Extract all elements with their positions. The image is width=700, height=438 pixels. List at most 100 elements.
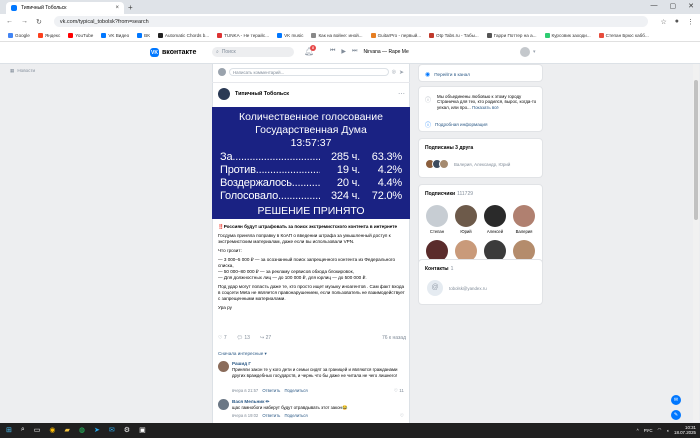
subscriber-item[interactable]: Алексей: [483, 205, 507, 234]
goto-channel-link[interactable]: ◉ Перейти в канал: [425, 71, 470, 78]
mail-icon[interactable]: ✉: [109, 426, 115, 434]
bookmark-item[interactable]: Степан Брюс кабб...: [597, 32, 651, 38]
address-bar[interactable]: vk.com/typical_tobolsk?from=search: [53, 16, 649, 27]
taskbar-search-icon[interactable]: ⌕: [21, 426, 25, 434]
app-icon[interactable]: ▣: [139, 426, 146, 434]
comment-button[interactable]: 💬︎ 13: [237, 335, 250, 341]
prev-track-icon[interactable]: ⏮: [330, 48, 335, 55]
bookmark-item[interactable]: Google: [6, 32, 32, 38]
chat-icon[interactable]: ✉: [671, 395, 681, 405]
forward-icon[interactable]: →: [21, 18, 28, 25]
sidebar-item-news[interactable]: ▦ Новости: [10, 68, 35, 74]
subscriber-item[interactable]: Степан: [425, 205, 449, 234]
comment-like-button[interactable]: ♡: [400, 413, 404, 419]
more-options-icon[interactable]: ⋯: [398, 90, 405, 98]
bookmark-favicon-icon: [137, 32, 143, 38]
channel-icon: ◉: [425, 72, 431, 78]
contacts-title[interactable]: Контакты 1: [425, 266, 453, 272]
show-all-link[interactable]: Показать всё: [472, 105, 499, 110]
bookmark-item[interactable]: TUNKA - Не терайс...: [215, 32, 271, 38]
clock[interactable]: 10:31 18.07.2025: [674, 425, 696, 435]
subscribers-title[interactable]: Подписчики 111729: [425, 191, 473, 197]
subscribers-label: Подписчики: [425, 191, 456, 197]
bookmark-item[interactable]: VK Видео: [99, 32, 131, 38]
bookmark-star-icon[interactable]: ☆: [660, 18, 666, 26]
chevron-down-icon[interactable]: ▾: [533, 49, 536, 55]
chrome-icon[interactable]: ◉: [49, 426, 55, 434]
profile-icon[interactable]: ●: [675, 18, 679, 25]
now-playing-text[interactable]: Nirvana — Rape Me: [363, 49, 408, 55]
post-paragraph: Госдума приняла поправку в КоАП о введен…: [218, 233, 391, 244]
author-avatar[interactable]: [218, 88, 230, 100]
volume-icon[interactable]: ◖: [666, 428, 669, 433]
bookmark-item[interactable]: Гарри Поттер на а...: [485, 32, 539, 38]
repost-button[interactable]: ↪ 27: [260, 335, 271, 341]
post-paragraph: ‼️Россиян будут штрафовать за поиск экст…: [218, 224, 398, 229]
music-player: ⏮ ▶ ⏭ Nirvana — Rape Me: [330, 48, 409, 55]
bookmark-item[interactable]: Otp Tabs.ru - Табы...: [427, 32, 481, 38]
bookmark-item[interactable]: Automatic Chords b...: [156, 32, 211, 38]
bookmark-favicon-icon: [157, 32, 163, 38]
friends-avatars[interactable]: [425, 159, 449, 169]
windows-start-icon[interactable]: ⊞: [6, 426, 12, 434]
detailed-info-link[interactable]: ⓘ Подробная информация: [425, 120, 487, 129]
maximize-icon[interactable]: ▢: [670, 2, 677, 10]
reload-icon[interactable]: ↻: [36, 18, 42, 26]
language-indicator[interactable]: РУС: [644, 428, 653, 433]
back-icon[interactable]: ←: [6, 18, 13, 25]
commenter-avatar[interactable]: [218, 399, 229, 410]
reply-link[interactable]: Ответить: [262, 413, 280, 418]
comment-input[interactable]: Написать комментарий...: [229, 68, 389, 76]
share-link[interactable]: Поделиться: [285, 413, 308, 418]
menu-icon[interactable]: ⋮: [687, 18, 694, 26]
tab-close-icon[interactable]: ×: [115, 5, 119, 11]
vote-row-leader: ........................................…: [255, 164, 320, 176]
comment-like-button[interactable]: ♡ 11: [394, 388, 404, 394]
wifi-icon[interactable]: ◠: [658, 427, 662, 433]
telegram-icon[interactable]: ➤: [94, 426, 100, 434]
user-avatar[interactable]: [520, 47, 530, 57]
bookmark-label: TUNKA - Не терайс...: [224, 32, 270, 38]
share-link[interactable]: Поделиться: [285, 388, 308, 393]
subscriber-name: Степан: [429, 229, 445, 234]
bookmark-item[interactable]: VK music: [275, 32, 305, 38]
vote-image[interactable]: Количественное голосование Государственн…: [212, 107, 410, 219]
bookmark-item[interactable]: Как на войне: иной...: [309, 32, 364, 38]
bookmark-label: VK Видео: [108, 32, 130, 38]
bookmark-item[interactable]: Яндекс: [36, 32, 62, 38]
bookmark-label: Гарри Поттер на а...: [493, 32, 537, 38]
subscriber-item[interactable]: Юрий: [454, 205, 478, 234]
explorer-icon[interactable]: ▰: [65, 426, 70, 434]
send-icon[interactable]: ➤: [399, 69, 404, 76]
vk-logo[interactable]: VK вконтакте: [150, 48, 196, 57]
task-view-icon[interactable]: ▭: [34, 426, 41, 434]
subscriber-item[interactable]: Валерия: [512, 205, 536, 234]
bookmark-item[interactable]: YouTube: [66, 32, 95, 38]
commenter-avatar[interactable]: [218, 361, 229, 372]
minimize-icon[interactable]: —: [651, 2, 658, 10]
scrollbar-thumb[interactable]: [694, 80, 698, 220]
reply-link[interactable]: Ответить: [262, 388, 280, 393]
bookmark-item[interactable]: GuitarPro - первый...: [369, 32, 423, 38]
close-window-icon[interactable]: ✕: [688, 2, 694, 10]
vote-time: 13:57:37: [290, 137, 332, 149]
new-tab-button[interactable]: +: [128, 3, 133, 12]
like-button[interactable]: ♡ 7: [218, 335, 227, 341]
bookmark-item[interactable]: ВК: [135, 32, 152, 38]
contact-email[interactable]: tobolsk@yandex.ru: [449, 286, 487, 291]
next-track-icon[interactable]: ⏭: [352, 48, 357, 55]
sort-comments-link[interactable]: Сначала интересные ▾: [218, 351, 267, 357]
play-icon[interactable]: ▶: [341, 48, 346, 55]
subscriber-name: Юрий: [460, 229, 472, 234]
tray-chevron-icon[interactable]: ^: [637, 428, 639, 433]
comment-text: щас гамнобоги наберут будут отравдывать …: [232, 405, 348, 410]
compose-icon[interactable]: ✎: [671, 410, 681, 420]
commenter-name[interactable]: Рашид Г: [232, 361, 251, 366]
attach-icon[interactable]: ◎: [392, 69, 396, 75]
settings-icon[interactable]: ⚙: [124, 426, 130, 434]
whatsapp-icon[interactable]: ◍: [79, 426, 85, 434]
search-input[interactable]: ⌕ Поиск: [212, 47, 294, 57]
browser-tab[interactable]: Типичный Тобольск ×: [6, 2, 124, 14]
bookmark-item[interactable]: Курсовик заходи...: [543, 32, 593, 38]
post-author[interactable]: Типичный Тобольск: [235, 91, 289, 97]
